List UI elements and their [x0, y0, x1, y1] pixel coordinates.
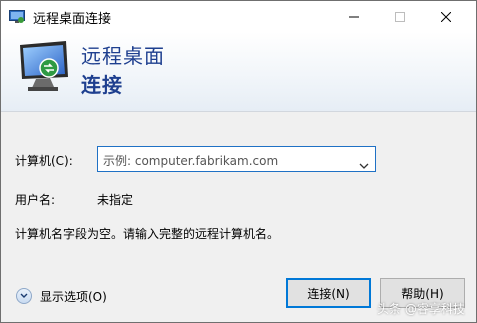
header-title-line1: 远程桌面	[81, 44, 165, 68]
chevron-down-icon[interactable]	[16, 288, 32, 304]
show-options-toggle[interactable]: 显示选项(O)	[16, 287, 107, 305]
maximize-icon	[395, 11, 405, 22]
computer-input[interactable]: 示例: computer.fabrikam.com	[103, 152, 278, 169]
chevron-down-icon[interactable]	[359, 155, 369, 174]
remote-desktop-icon	[9, 9, 25, 23]
watermark-text: 头条 @睿享科技	[377, 302, 465, 316]
username-value: 未指定	[97, 193, 134, 207]
connect-button[interactable]: 连接(N)	[286, 278, 371, 308]
computer-combobox[interactable]: 示例: computer.fabrikam.com	[97, 146, 376, 172]
computer-label: 计算机(C):	[15, 154, 73, 168]
remote-desktop-logo-icon	[16, 39, 74, 95]
title-bar: 远程桌面连接	[1, 1, 476, 32]
username-label: 用户名:	[15, 193, 56, 207]
minimize-icon	[349, 16, 359, 17]
show-options-label[interactable]: 显示选项(O)	[40, 288, 107, 305]
close-button[interactable]	[423, 1, 469, 32]
window-title: 远程桌面连接	[33, 12, 112, 27]
header-banner: 远程桌面 连接	[1, 32, 476, 111]
hint-text: 计算机名字段为空。请输入完整的远程计算机名。	[15, 227, 280, 241]
header-title-line2: 连接	[81, 73, 123, 97]
close-icon	[441, 11, 451, 22]
maximize-button[interactable]	[377, 1, 423, 32]
remote-desktop-window: 远程桌面连接 远程桌面 连接 计算机(C): 示例: computer.fabr…	[0, 0, 477, 323]
header-divider	[1, 111, 476, 112]
minimize-button[interactable]	[331, 1, 377, 32]
